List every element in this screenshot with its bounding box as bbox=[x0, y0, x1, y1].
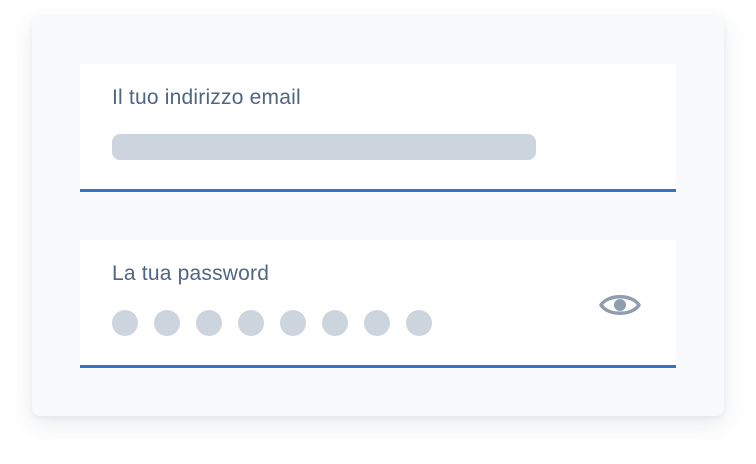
password-field[interactable]: La tua password bbox=[80, 240, 676, 368]
password-dot bbox=[112, 310, 138, 336]
password-field-label: La tua password bbox=[112, 262, 270, 285]
show-password-button[interactable] bbox=[598, 288, 642, 322]
password-dot bbox=[196, 310, 222, 336]
password-dot bbox=[406, 310, 432, 336]
password-dot bbox=[238, 310, 264, 336]
login-card: Il tuo indirizzo email La tua password bbox=[32, 16, 724, 416]
password-dot bbox=[322, 310, 348, 336]
password-masked-value[interactable] bbox=[112, 310, 432, 336]
email-field[interactable]: Il tuo indirizzo email bbox=[80, 64, 676, 192]
email-value-placeholder[interactable] bbox=[112, 134, 536, 160]
password-dot bbox=[364, 310, 390, 336]
eye-icon bbox=[599, 295, 641, 315]
password-dot bbox=[280, 310, 306, 336]
password-dot bbox=[154, 310, 180, 336]
email-field-label: Il tuo indirizzo email bbox=[112, 86, 301, 109]
